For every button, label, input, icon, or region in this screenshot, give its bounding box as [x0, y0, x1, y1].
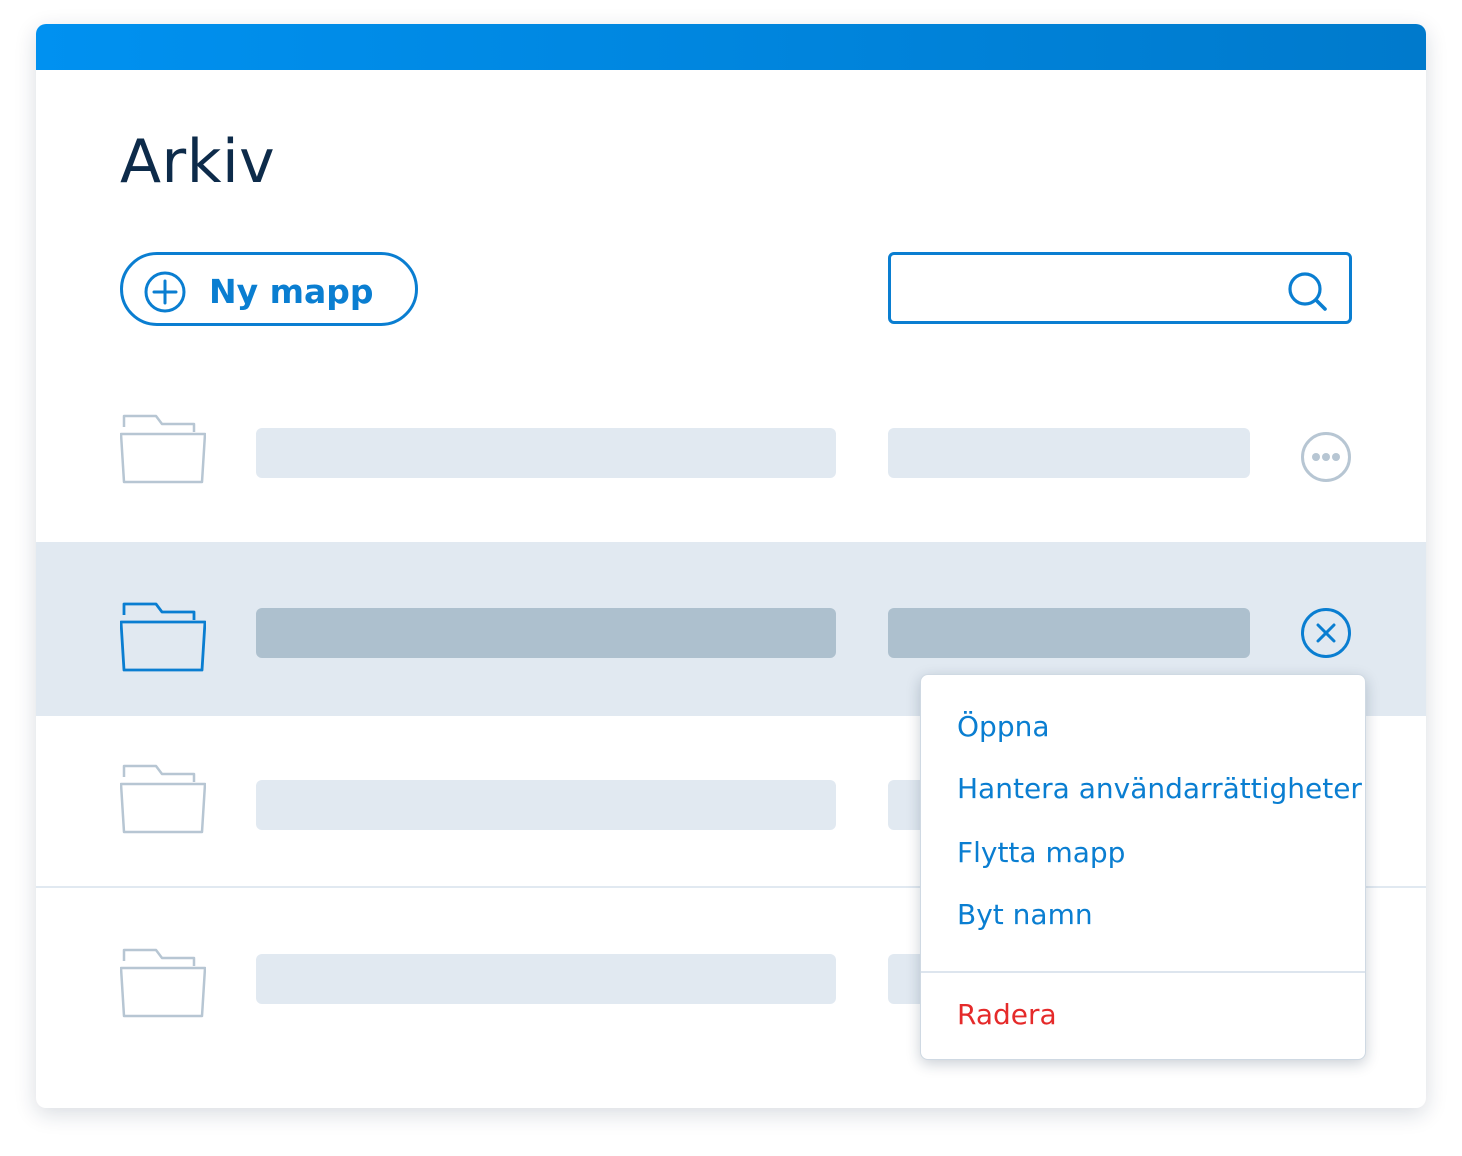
folder-icon: [120, 764, 206, 834]
close-circle-icon[interactable]: [1300, 607, 1352, 659]
new-folder-button[interactable]: Ny mapp: [120, 252, 418, 326]
menu-item-rename[interactable]: Byt namn: [957, 897, 1093, 933]
folder-context-menu: Öppna Hantera användarrättigheter Flytta…: [920, 674, 1366, 1060]
search-icon[interactable]: [1285, 269, 1331, 315]
folder-name-placeholder: [256, 608, 836, 658]
folder-row[interactable]: [36, 370, 1426, 542]
archive-panel: Arkiv Ny mapp Öppna Hantera användarrätt…: [36, 24, 1426, 1108]
folder-icon: [120, 414, 206, 484]
folder-meta-placeholder: [888, 428, 1250, 478]
folder-icon: [120, 602, 206, 672]
search-box[interactable]: [888, 252, 1352, 324]
menu-item-open[interactable]: Öppna: [957, 709, 1050, 745]
folder-name-placeholder: [256, 428, 836, 478]
plus-circle-icon: [144, 271, 186, 313]
page-title: Arkiv: [120, 127, 276, 197]
menu-item-move-folder[interactable]: Flytta mapp: [957, 835, 1125, 871]
new-folder-label: Ny mapp: [209, 272, 374, 311]
folder-name-placeholder: [256, 954, 836, 1004]
top-accent-bar: [36, 24, 1426, 70]
search-input[interactable]: [905, 267, 1279, 311]
menu-divider: [921, 971, 1365, 973]
folder-name-placeholder: [256, 780, 836, 830]
menu-item-delete[interactable]: Radera: [957, 997, 1057, 1033]
more-horizontal-icon[interactable]: [1300, 431, 1352, 483]
folder-meta-placeholder: [888, 608, 1250, 658]
folder-icon: [120, 948, 206, 1018]
menu-item-manage-permissions[interactable]: Hantera användarrättigheter: [957, 771, 1362, 807]
